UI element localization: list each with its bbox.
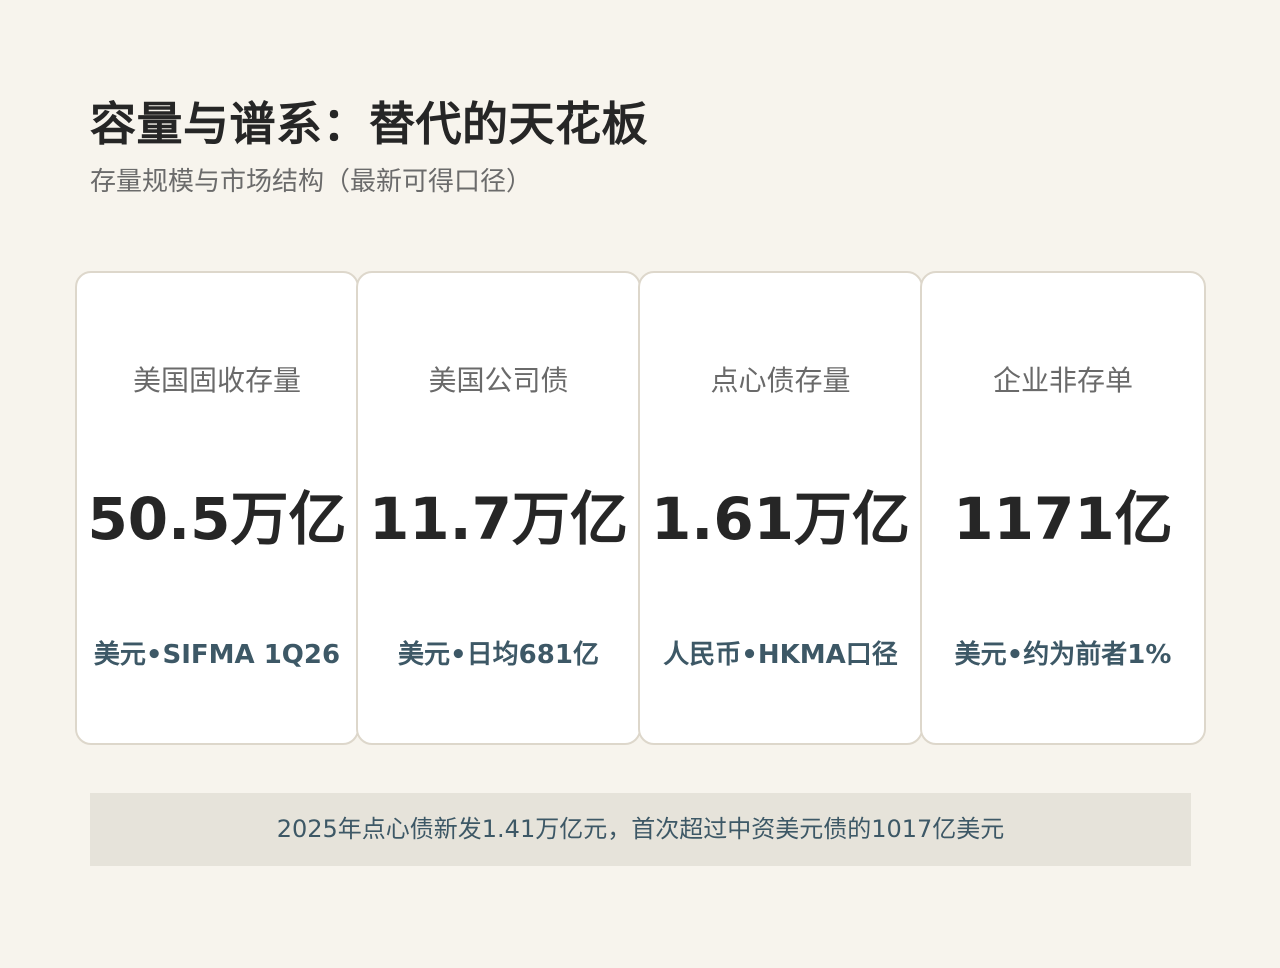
stat-card-note: 人民币•HKMA口径	[663, 640, 898, 670]
stat-card-label: 美国公司债	[428, 364, 569, 397]
stat-card-label: 美国固收存量	[132, 364, 301, 397]
stat-card-value: 11.7万亿	[368, 485, 629, 553]
stat-card-value: 1.61万亿	[650, 485, 911, 553]
stat-card-note: 美元•日均681亿	[398, 640, 599, 670]
footer-callout: 2025年点心债新发1.41万亿元，首次超过中资美元债的1017亿美元	[90, 793, 1191, 866]
slide-header: 容量与谱系：替代的天花板 存量规模与市场结构（最新可得口径）	[90, 92, 648, 200]
stat-card-us-fixed-income: 美国固收存量 50.5万亿 美元•SIFMA 1Q26	[75, 271, 359, 745]
stat-card-label: 点心债存量	[710, 364, 851, 397]
stat-card-corporate-non-cd: 企业非存单 1171亿 美元•约为前者1%	[920, 271, 1206, 745]
stat-card-value: 50.5万亿	[87, 485, 347, 553]
stat-card-us-corporate-bonds: 美国公司债 11.7万亿 美元•日均681亿	[356, 271, 641, 745]
stat-card-label: 企业非存单	[992, 364, 1133, 397]
stat-card-note: 美元•SIFMA 1Q26	[93, 640, 341, 670]
page-title: 容量与谱系：替代的天花板	[90, 97, 648, 151]
stat-card-note: 美元•约为前者1%	[954, 640, 1172, 670]
stat-card-dim-sum-bonds: 点心债存量 1.61万亿 人民币•HKMA口径	[638, 271, 923, 745]
stat-cards: 美国固收存量 50.5万亿 美元•SIFMA 1Q26 美国公司债 11.7万亿…	[75, 271, 1206, 749]
stat-card-value: 1171亿	[953, 485, 1173, 553]
page-subtitle: 存量规模与市场结构（最新可得口径）	[90, 167, 533, 197]
